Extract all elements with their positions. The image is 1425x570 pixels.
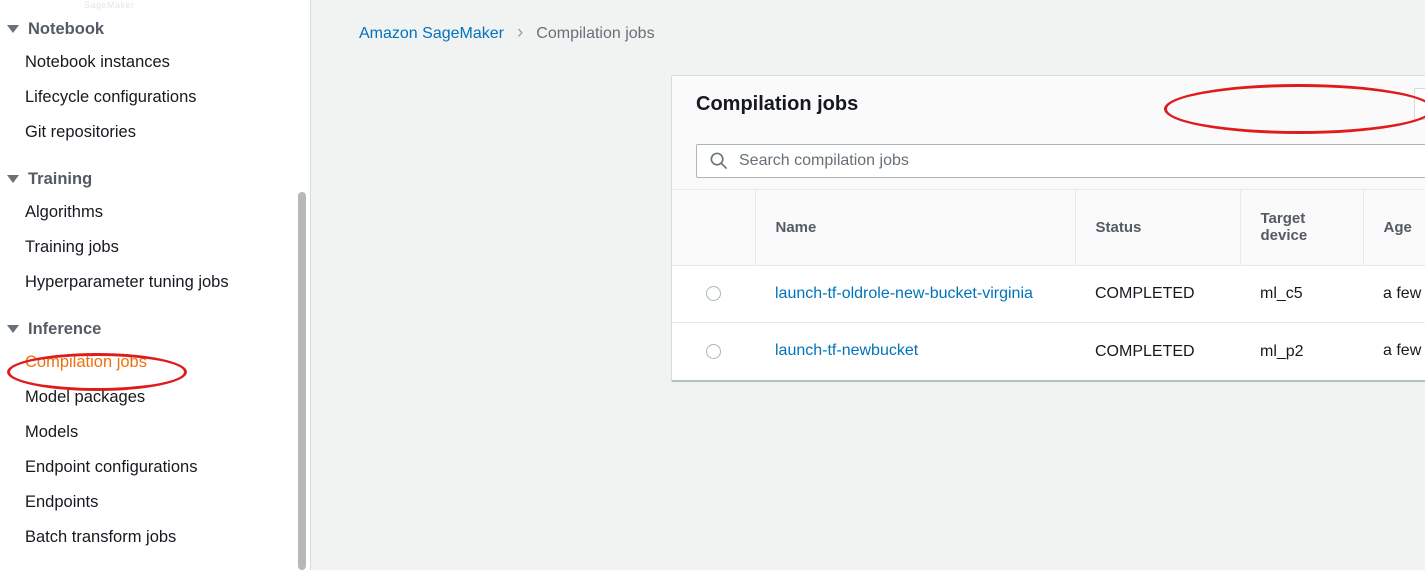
page-title: Compilation jobs	[696, 93, 858, 116]
compilation-jobs-table: Name Status Target device Age Creation t…	[672, 190, 1425, 380]
caret-down-icon	[7, 325, 19, 333]
caret-down-icon	[7, 175, 19, 183]
nav-group-training[interactable]: Training	[0, 163, 311, 195]
row-radio-button[interactable]	[706, 344, 721, 359]
nav-group-label: Inference	[28, 320, 101, 339]
sidebar-scrollbar-thumb[interactable]	[298, 192, 306, 570]
row-select-cell	[672, 265, 755, 323]
column-header-target-device[interactable]: Target device	[1240, 190, 1363, 265]
search-and-pagination-row: ‹ 1 ›	[672, 132, 1425, 190]
job-link[interactable]: launch-tf-newbucket	[775, 342, 918, 359]
sidebar-item-git-repositories[interactable]: Git repositories	[0, 115, 311, 150]
row-age-cell: a few seconds	[1363, 265, 1425, 323]
breadcrumb-separator-icon: ›	[517, 23, 523, 42]
sidebar-item-lifecycle-configurations[interactable]: Lifecycle configurations	[0, 80, 311, 115]
row-name-cell: launch-tf-newbucket	[755, 323, 1075, 380]
panel-header: Compilation jobs Actions Create compilat…	[672, 76, 1425, 132]
nav-group-inference[interactable]: Inference	[0, 313, 311, 345]
nav-group-label: Training	[28, 170, 92, 189]
row-name-cell: launch-tf-oldrole-new-bucket-virginia	[755, 265, 1075, 323]
sidebar-item-batch-transform-jobs[interactable]: Batch transform jobs	[0, 520, 311, 555]
column-header-target-device-line2: device	[1261, 227, 1363, 244]
row-radio-button[interactable]	[706, 286, 721, 301]
actions-button[interactable]: Actions	[1414, 88, 1425, 120]
sidebar-item-notebook-instances[interactable]: Notebook instances	[0, 45, 311, 80]
nav-group-label: Notebook	[28, 20, 104, 39]
table-row[interactable]: launch-tf-oldrole-new-bucket-virginia CO…	[672, 265, 1425, 323]
nav-spacer	[0, 0, 311, 13]
table-header: Name Status Target device Age Creation t…	[672, 190, 1425, 265]
column-header-status[interactable]: Status	[1075, 190, 1240, 265]
clipped-header-text: SageMaker	[84, 0, 135, 10]
nav-spacer	[0, 150, 311, 163]
sidebar-item-hyperparameter-tuning-jobs[interactable]: Hyperparameter tuning jobs	[0, 265, 311, 300]
table-row[interactable]: launch-tf-newbucket COMPLETED ml_p2 a fe…	[672, 323, 1425, 380]
nav-group-notebook[interactable]: Notebook	[0, 13, 311, 45]
sidebar-item-model-packages[interactable]: Model packages	[0, 380, 311, 415]
column-header-age[interactable]: Age	[1363, 190, 1425, 265]
table-body: launch-tf-oldrole-new-bucket-virginia CO…	[672, 265, 1425, 380]
breadcrumb: Amazon SageMaker › Compilation jobs	[311, 0, 1425, 43]
row-target-device-cell: ml_c5	[1240, 265, 1363, 323]
table-header-row: Name Status Target device Age Creation t…	[672, 190, 1425, 265]
main-content-area: Amazon SageMaker › Compilation jobs Comp…	[311, 0, 1425, 570]
row-age-cell: a few seconds	[1363, 323, 1425, 380]
row-target-device-cell: ml_p2	[1240, 323, 1363, 380]
column-header-select	[672, 190, 755, 265]
row-status-cell: COMPLETED	[1075, 265, 1240, 323]
column-header-name[interactable]: Name	[755, 190, 1075, 265]
row-status-cell: COMPLETED	[1075, 323, 1240, 380]
job-link[interactable]: launch-tf-oldrole-new-bucket-virginia	[775, 285, 1033, 302]
left-navigation-sidebar: SageMaker Notebook Notebook instances Li…	[0, 0, 311, 570]
breadcrumb-link-amazon-sagemaker[interactable]: Amazon SageMaker	[359, 25, 504, 43]
sidebar-item-endpoints[interactable]: Endpoints	[0, 485, 311, 520]
compilation-jobs-panel: Compilation jobs Actions Create compilat…	[671, 75, 1425, 382]
sidebar-item-algorithms[interactable]: Algorithms	[0, 195, 311, 230]
breadcrumb-current-compilation-jobs: Compilation jobs	[536, 25, 654, 43]
row-age-value: a few seconds	[1383, 342, 1425, 359]
sidebar-item-training-jobs[interactable]: Training jobs	[0, 230, 311, 265]
sidebar-item-endpoint-configurations[interactable]: Endpoint configurations	[0, 450, 311, 485]
caret-down-icon	[7, 25, 19, 33]
search-input[interactable]	[739, 145, 1425, 177]
sidebar-scrollbar[interactable]	[297, 0, 308, 570]
row-age-value: a few seconds	[1383, 285, 1425, 302]
sidebar-item-compilation-jobs[interactable]: Compilation jobs	[0, 345, 311, 380]
sidebar-item-models[interactable]: Models	[0, 415, 311, 450]
sagemaker-console: SageMaker Notebook Notebook instances Li…	[0, 0, 1425, 570]
row-select-cell	[672, 323, 755, 380]
nav-spacer	[0, 300, 311, 313]
column-header-target-device-line1: Target	[1261, 210, 1363, 227]
search-icon	[709, 151, 728, 170]
search-box[interactable]	[696, 144, 1425, 178]
panel-header-actions: Actions Create compilation job	[1414, 88, 1425, 120]
